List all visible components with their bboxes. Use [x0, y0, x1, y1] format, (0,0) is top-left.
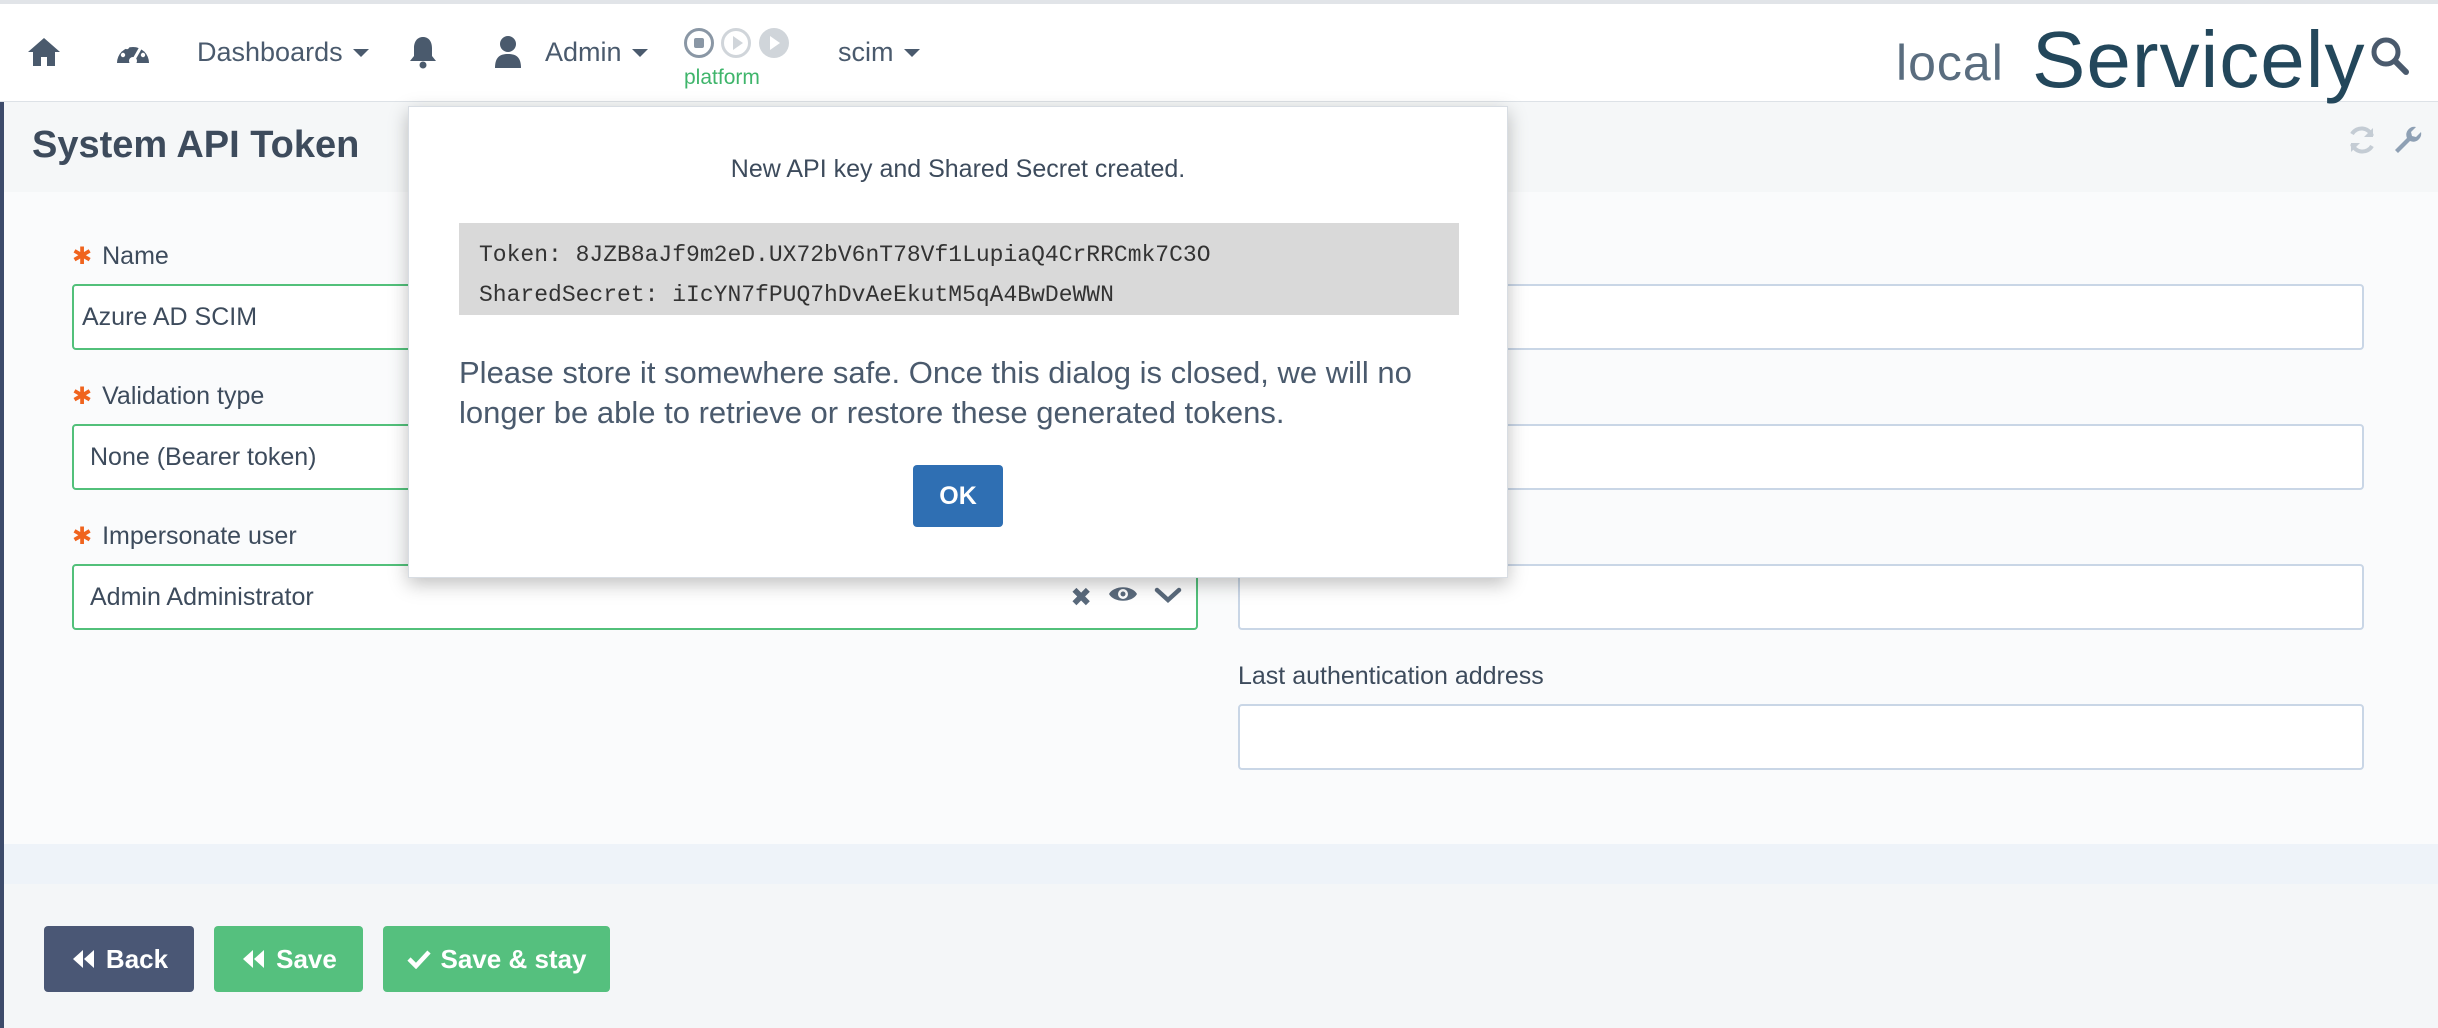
page-title: System API Token [32, 124, 360, 166]
dialog-message: Please store it somewhere safe. Once thi… [459, 355, 1412, 430]
name-label: ✱ Name [72, 242, 169, 270]
back-label: Back [105, 943, 169, 974]
top-navbar: Dashboards Admin platform scim local Ser… [0, 0, 2438, 104]
chevron-down-icon [631, 49, 648, 57]
brand-logo[interactable]: Servicely [2032, 14, 2366, 106]
last-auth-address-label: Last authentication address [1238, 662, 1544, 690]
admin-label: Admin [545, 36, 622, 67]
save-button[interactable]: Save [214, 926, 363, 992]
validation-type-label: ✱ Validation type [72, 382, 265, 410]
environment-label: local [1896, 35, 2004, 91]
eye-icon[interactable] [1108, 583, 1138, 612]
check-icon [406, 950, 431, 969]
home-icon[interactable] [26, 30, 62, 74]
play-icon[interactable] [721, 28, 751, 58]
play-icon[interactable] [759, 28, 789, 58]
impersonate-user-label: ✱ Impersonate user [72, 522, 297, 550]
chevron-down-icon [352, 49, 369, 57]
token-code-block[interactable]: Token: 8JZB8aJf9m2eD.UX72bV6nT78Vf1Lupia… [459, 223, 1459, 315]
validation-type-value: None (Bearer token) [90, 442, 317, 471]
dashboards-label: Dashboards [197, 36, 343, 67]
platform-label[interactable]: platform [684, 66, 760, 90]
save-and-stay-button[interactable]: Save & stay [383, 926, 610, 992]
admin-menu[interactable]: Admin [545, 30, 648, 74]
token-line[interactable]: Token: 8JZB8aJf9m2eD.UX72bV6nT78Vf1Lupia… [479, 235, 1439, 275]
dashboards-menu[interactable]: Dashboards [197, 30, 369, 74]
back-button[interactable]: Back [44, 926, 194, 992]
ok-button[interactable]: OK [913, 465, 1003, 527]
chevron-down-icon [903, 49, 920, 57]
chevron-down-icon[interactable] [1154, 583, 1182, 612]
backward-icon [72, 950, 94, 968]
shared-secret-line[interactable]: SharedSecret: iIcYN7fPUQ7hDvAeEkutM5qA4B… [479, 275, 1439, 315]
scim-label: scim [838, 36, 894, 67]
action-bar [4, 884, 2438, 1028]
bell-icon[interactable] [408, 30, 438, 74]
name-value: Azure AD SCIM [82, 302, 258, 331]
wrench-icon[interactable] [2392, 124, 2424, 161]
required-icon: ✱ [72, 523, 93, 550]
user-icon[interactable] [494, 30, 522, 74]
search-icon[interactable] [2370, 36, 2410, 81]
api-token-dialog: New API key and Shared Secret created. T… [408, 106, 1508, 578]
save-label: Save [276, 943, 337, 974]
save-and-stay-label: Save & stay [440, 943, 587, 974]
impersonate-user-value: Admin Administrator [90, 582, 314, 611]
scim-menu[interactable]: scim [838, 30, 920, 74]
gauge-icon[interactable] [114, 30, 152, 74]
stop-icon[interactable] [684, 28, 714, 58]
section-divider [4, 844, 2438, 884]
required-icon: ✱ [72, 243, 93, 270]
dialog-heading: New API key and Shared Secret created. [730, 155, 1186, 183]
last-auth-address-input[interactable] [1238, 704, 2364, 770]
backward-icon [243, 950, 265, 968]
clear-icon[interactable]: ✖ [1070, 582, 1092, 613]
refresh-icon[interactable] [2346, 124, 2378, 161]
required-icon: ✱ [72, 383, 93, 410]
